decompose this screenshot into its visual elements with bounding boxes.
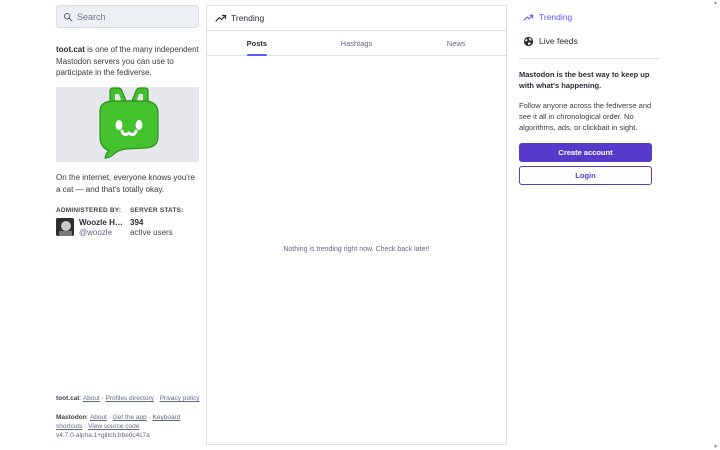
footer-link-profiles-directory[interactable]: Profiles directory xyxy=(106,395,154,402)
admin-avatar-image xyxy=(56,218,74,236)
footer-link-mastodon-about[interactable]: About xyxy=(90,414,107,421)
tab-hashtags[interactable]: Hashtags xyxy=(307,31,407,55)
tab-news[interactable]: News xyxy=(406,31,506,55)
mastodon-footer: Mastodon: About · Get the app · Keyboard… xyxy=(56,414,181,439)
server-name: toot.cat xyxy=(56,45,85,54)
nav-live-feeds-label: Live feeds xyxy=(539,36,578,46)
cat-mastodon-logo xyxy=(98,87,159,159)
nav-trending-label: Trending xyxy=(539,12,573,22)
admin-avatar[interactable] xyxy=(56,218,74,236)
promo-body: Follow anyone across the fediverse and s… xyxy=(519,101,652,132)
search-box[interactable] xyxy=(56,5,199,28)
footer-link-privacy-policy[interactable]: Privacy policy xyxy=(160,395,200,402)
footer-link-about[interactable]: About xyxy=(83,395,100,402)
globe-icon xyxy=(523,36,534,46)
trending-column: Trending Posts Hashtags News Nothing is … xyxy=(206,5,507,445)
right-column: Trending Live feeds Mastodon is the best… xyxy=(519,5,659,445)
footer-link-get-the-app[interactable]: Get the app xyxy=(113,414,147,421)
promo-title: Mastodon is the best way to keep up with… xyxy=(519,70,650,90)
server-tagline: On the internet, everyone knows you're a… xyxy=(56,173,195,194)
create-account-button[interactable]: Create account xyxy=(519,143,652,162)
footer-link-view-source-code[interactable]: View source code xyxy=(88,423,139,430)
footer-server-name: toot.cat xyxy=(56,395,80,402)
server-footer: toot.cat: About · Profiles directory · P… xyxy=(56,395,200,402)
trending-tabs: Posts Hashtags News xyxy=(207,31,506,56)
left-column: toot.cat is one of the many independent … xyxy=(56,5,199,445)
column-header: Trending xyxy=(207,6,506,31)
search-icon xyxy=(63,12,73,21)
login-button[interactable]: Login xyxy=(519,166,652,185)
scrollbar-up-arrow[interactable]: ▲ xyxy=(713,0,718,6)
active-users-label: active users xyxy=(130,228,173,237)
column-title: Trending xyxy=(231,13,265,23)
empty-message: Nothing is trending right now. Check bac… xyxy=(283,246,430,253)
trending-icon xyxy=(523,14,534,21)
server-intro: toot.cat is one of the many independent … xyxy=(56,44,199,79)
active-users-count: 394 xyxy=(130,218,144,227)
divider xyxy=(519,58,659,59)
administered-by-heading: ADMINISTERED BY: xyxy=(56,207,122,214)
admin-name[interactable]: Woozle Hypertwin xyxy=(79,218,125,227)
trending-icon xyxy=(215,14,227,22)
scrollbar-down-arrow[interactable]: ▼ xyxy=(713,444,718,450)
tab-posts[interactable]: Posts xyxy=(207,31,307,55)
nav-trending[interactable]: Trending xyxy=(519,5,659,29)
footer-mastodon-name: Mastodon xyxy=(56,414,87,421)
server-stats-heading: SERVER STATS: xyxy=(130,207,184,214)
version-string: v4.7.0-alpha.1+glitch.bbe0c4c7a xyxy=(56,432,150,439)
search-input[interactable] xyxy=(77,11,187,22)
server-hero-image xyxy=(56,87,199,162)
nav-live-feeds[interactable]: Live feeds xyxy=(519,29,659,53)
admin-handle[interactable]: @woozle xyxy=(79,228,112,237)
